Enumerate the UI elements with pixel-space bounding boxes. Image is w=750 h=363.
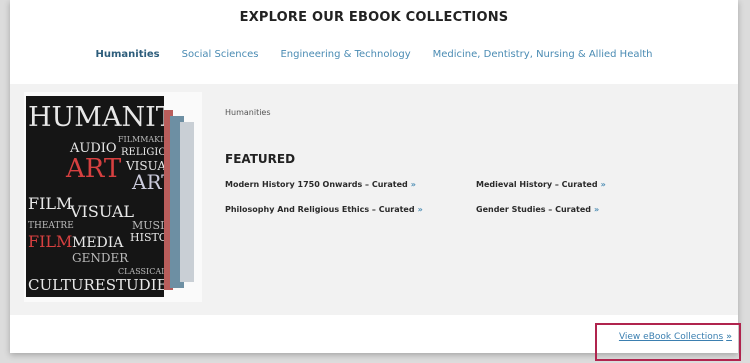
- cover-word: MUSIC: [132, 219, 164, 232]
- cover-word: ART: [66, 154, 122, 184]
- cover-word: THEATRE: [28, 221, 74, 231]
- cover-word: CLASSICAL: [118, 267, 164, 276]
- breadcrumb: Humanities: [225, 108, 271, 117]
- highlight-box: [595, 323, 741, 361]
- cover-word: FILM: [28, 232, 73, 251]
- tab-social-sciences[interactable]: Social Sciences: [182, 49, 259, 60]
- cover-word: VISUAL: [70, 202, 135, 221]
- featured-link-modern-history[interactable]: Modern History 1750 Onwards – Curated»: [225, 180, 416, 189]
- cover-word: MEDIA: [72, 235, 124, 251]
- ebook-collections-panel: EXPLORE OUR EBOOK COLLECTIONS Humanities…: [10, 0, 738, 353]
- cover-word: CULTURESTUDIES: [28, 276, 164, 294]
- cover-word: HUMANITY: [28, 102, 164, 133]
- featured-link-label: Modern History 1750 Onwards – Curated: [225, 180, 408, 189]
- featured-heading: FEATURED: [225, 152, 296, 166]
- book-cover-stack: HUMANITY FILMMAKING RELIGION AUDIO ART V…: [24, 92, 202, 302]
- double-chevron-icon: »: [417, 205, 423, 214]
- featured-link-gender-studies[interactable]: Gender Studies – Curated»: [476, 205, 599, 214]
- featured-link-label: Philosophy And Religious Ethics – Curate…: [225, 205, 415, 214]
- tab-medicine-health[interactable]: Medicine, Dentistry, Nursing & Allied He…: [433, 49, 653, 60]
- tab-humanities[interactable]: Humanities: [95, 49, 159, 60]
- collection-tabs: Humanities Social Sciences Engineering &…: [10, 49, 738, 60]
- cover-word: FILM: [28, 194, 73, 213]
- cover-word: RELIGION: [121, 147, 164, 158]
- book-spine-grey: [180, 122, 194, 282]
- featured-link-label: Medieval History – Curated: [476, 180, 598, 189]
- featured-link-label: Gender Studies – Curated: [476, 205, 591, 214]
- cover-word: FILMMAKING: [118, 135, 164, 144]
- humanities-cover-image: HUMANITY FILMMAKING RELIGION AUDIO ART V…: [26, 96, 164, 297]
- featured-link-medieval-history[interactable]: Medieval History – Curated»: [476, 180, 606, 189]
- cover-word: HISTORY: [130, 231, 164, 244]
- section-heading: EXPLORE OUR EBOOK COLLECTIONS: [239, 10, 509, 25]
- double-chevron-icon: »: [410, 180, 416, 189]
- cover-word: GENDER: [72, 251, 129, 265]
- tab-engineering-technology[interactable]: Engineering & Technology: [280, 49, 410, 60]
- double-chevron-icon: »: [593, 205, 600, 214]
- cover-word: ART: [132, 170, 164, 194]
- featured-link-philosophy[interactable]: Philosophy And Religious Ethics – Curate…: [225, 205, 423, 214]
- collection-content: HUMANITY FILMMAKING RELIGION AUDIO ART V…: [10, 84, 738, 315]
- double-chevron-icon: »: [600, 180, 606, 189]
